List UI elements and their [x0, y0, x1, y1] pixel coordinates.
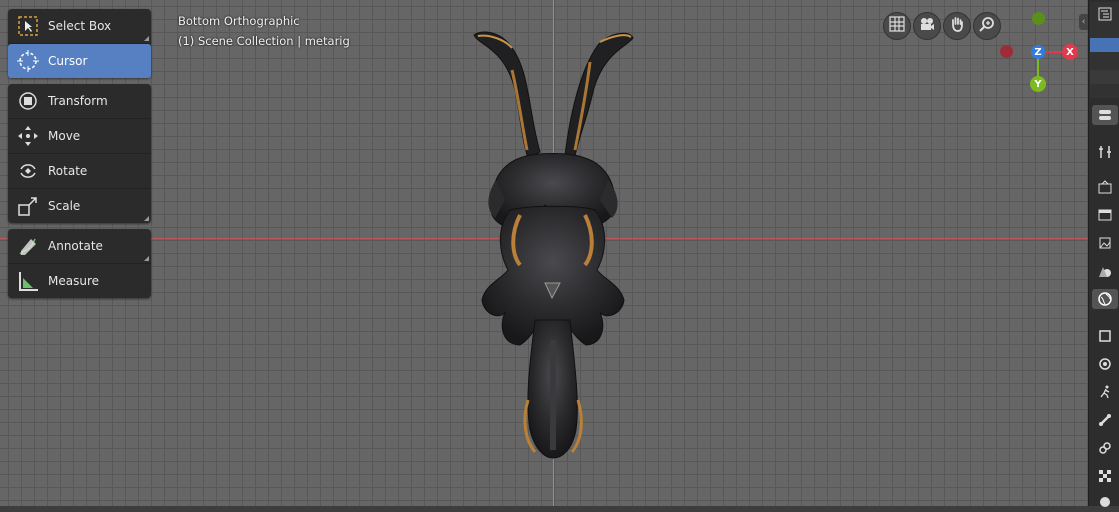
texture-properties-icon[interactable]	[1095, 466, 1115, 486]
toolbar-annotate-group: Annotate Measure	[8, 229, 151, 298]
tool-measure[interactable]: Measure	[8, 264, 151, 298]
render-properties-icon[interactable]	[1095, 177, 1115, 197]
properties-panel	[1088, 0, 1119, 506]
tool-label-annotate: Annotate	[48, 239, 103, 253]
move-icon	[16, 124, 40, 148]
tool-cursor[interactable]: Cursor	[8, 44, 151, 78]
outliner-selected-row[interactable]	[1090, 38, 1119, 52]
annotate-icon	[16, 234, 40, 258]
output-properties-icon[interactable]	[1095, 205, 1115, 225]
select-box-icon	[16, 14, 40, 38]
transform-icon	[16, 89, 40, 113]
toolbar-transform-group: Transform Move Rotate Scale	[8, 84, 151, 223]
expand-corner-icon[interactable]	[144, 256, 149, 261]
rotate-icon	[16, 159, 40, 183]
tool-label-scale: Scale	[48, 199, 81, 213]
toolbar-select-group: Select Box Cursor	[8, 9, 151, 78]
expand-corner-icon[interactable]	[144, 216, 149, 221]
gizmo-x-dot[interactable]: X	[1062, 44, 1078, 60]
collection-info: (1) Scene Collection | metarig	[178, 34, 350, 48]
material-properties-icon[interactable]	[1095, 492, 1115, 512]
camera-icon	[919, 16, 935, 36]
gizmo-neg-x-dot[interactable]	[1000, 45, 1013, 58]
tool-rotate[interactable]: Rotate	[8, 154, 151, 189]
physics-properties-icon[interactable]	[1095, 354, 1115, 374]
expand-corner-icon[interactable]	[144, 36, 149, 41]
scene-properties-icon[interactable]	[1095, 261, 1115, 281]
toggle-grid-button[interactable]	[883, 12, 911, 40]
tool-properties-icon[interactable]	[1095, 142, 1115, 162]
outliner-row[interactable]	[1090, 70, 1119, 84]
outliner-icon[interactable]	[1095, 4, 1115, 24]
pan-view-button[interactable]	[943, 12, 971, 40]
pose-properties-icon[interactable]	[1095, 382, 1115, 402]
view-name: Bottom Orthographic	[178, 14, 300, 28]
zoom-icon	[979, 16, 995, 36]
tool-label-measure: Measure	[48, 274, 99, 288]
view-layer-properties-icon[interactable]	[1095, 233, 1115, 253]
hand-icon	[949, 16, 965, 36]
tool-label-move: Move	[48, 129, 81, 143]
tool-label-transform: Transform	[48, 94, 108, 108]
bone-properties-icon[interactable]	[1095, 410, 1115, 430]
grid-icon	[889, 16, 905, 36]
cursor-icon	[16, 49, 40, 73]
camera-view-button[interactable]	[913, 12, 941, 40]
object-properties-icon[interactable]	[1095, 326, 1115, 346]
tool-select-box[interactable]: Select Box	[8, 9, 151, 44]
tool-scale[interactable]: Scale	[8, 189, 151, 223]
measure-icon	[16, 269, 40, 293]
tool-transform[interactable]: Transform	[8, 84, 151, 119]
gizmo-neg-y-dot[interactable]	[1032, 12, 1045, 25]
scale-icon	[16, 194, 40, 218]
constraints-properties-icon[interactable]	[1095, 438, 1115, 458]
dragon-model[interactable]	[0, 0, 1088, 506]
world-properties-icon[interactable]	[1092, 289, 1118, 309]
properties-editor-icon[interactable]	[1092, 105, 1118, 125]
tool-label-cursor: Cursor	[48, 54, 88, 68]
3d-viewport[interactable]: Bottom Orthographic (1) Scene Collection…	[0, 0, 1088, 506]
sidebar-toggle-arrow[interactable]: ‹	[1079, 14, 1088, 30]
view-info: Bottom Orthographic (1) Scene Collection…	[178, 11, 350, 51]
tool-annotate[interactable]: Annotate	[8, 229, 151, 264]
gizmo-y-dot[interactable]: Y	[1030, 76, 1046, 92]
gizmo-z-dot[interactable]: Z	[1031, 45, 1045, 59]
tool-move[interactable]: Move	[8, 119, 151, 154]
tool-label-select-box: Select Box	[48, 19, 112, 33]
tool-label-rotate: Rotate	[48, 164, 88, 178]
